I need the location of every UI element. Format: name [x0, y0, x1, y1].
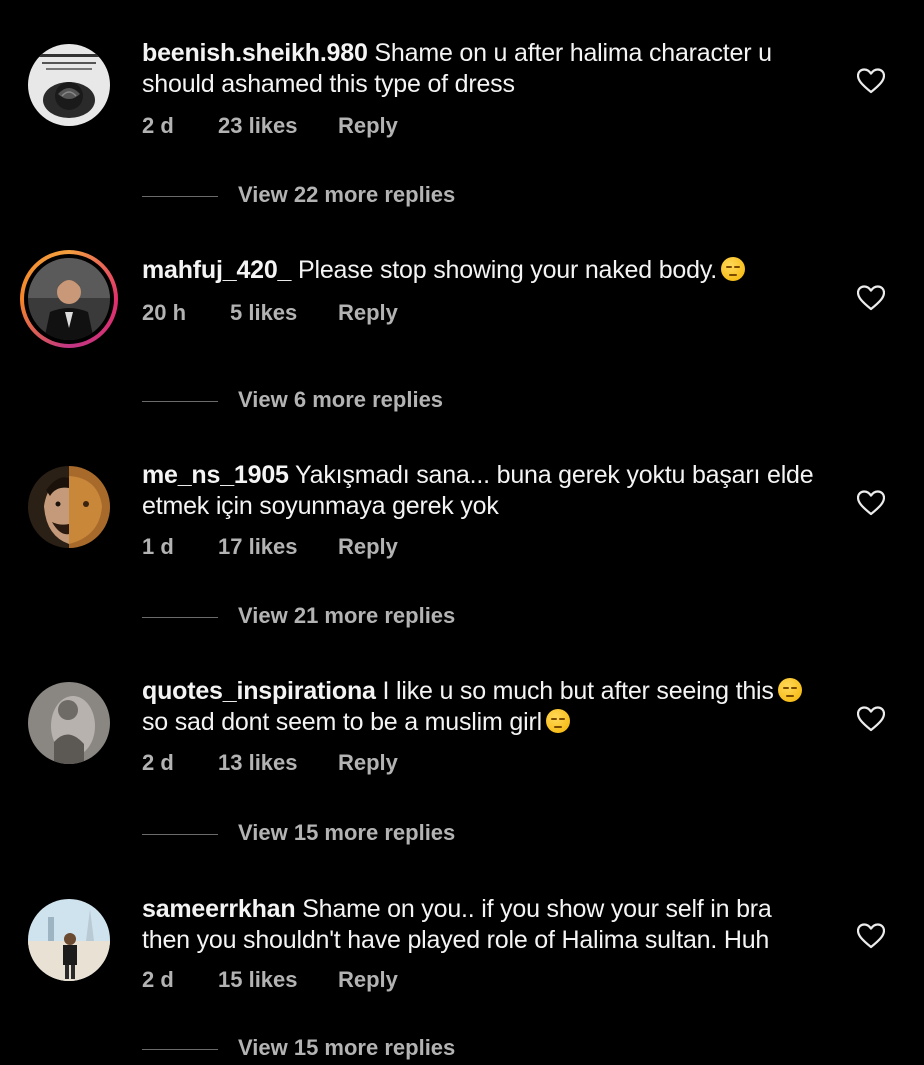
avatar[interactable] — [28, 44, 110, 126]
comment-text: me_ns_1905 Yakışmadı sana... buna gerek … — [142, 460, 822, 522]
heart-outline-icon[interactable] — [857, 490, 885, 516]
story-ring[interactable] — [20, 250, 118, 348]
comment-text: beenish.sheikh.980 Shame on u after hali… — [142, 38, 822, 100]
avatar[interactable] — [28, 899, 110, 981]
comment-body: Please stop showing your naked body. — [291, 256, 718, 284]
comment-text: mahfuj_420_ Please stop showing your nak… — [142, 255, 822, 286]
comment-text: quotes_inspirationa I like u so much but… — [142, 676, 822, 738]
comment-body-continued: so sad dont seem to be a muslim girl — [142, 708, 542, 736]
comment-time: 2 d — [142, 967, 174, 992]
comment-likes[interactable]: 17 likes — [218, 534, 298, 560]
avatar[interactable] — [28, 682, 110, 764]
reply-button[interactable]: Reply — [338, 300, 398, 326]
comment-username[interactable]: mahfuj_420_ — [142, 256, 291, 284]
comment-username[interactable]: me_ns_1905 — [142, 461, 289, 489]
view-replies-button[interactable]: View 22 more replies — [142, 182, 542, 212]
replies-divider — [142, 196, 218, 197]
reply-button[interactable]: Reply — [338, 113, 398, 139]
view-replies-button[interactable]: View 15 more replies — [142, 820, 542, 850]
comment-time: 2 d — [142, 750, 174, 775]
view-replies-label: View 21 more replies — [238, 603, 456, 628]
comment-username[interactable]: quotes_inspirationa — [142, 677, 376, 705]
heart-outline-icon[interactable] — [857, 923, 885, 949]
pensive-face-emoji — [545, 709, 570, 733]
view-replies-button[interactable]: View 6 more replies — [142, 387, 542, 417]
comment-time: 2 d — [142, 113, 174, 138]
pleading-face-emoji — [777, 678, 802, 702]
replies-divider — [142, 834, 218, 835]
heart-outline-icon[interactable] — [857, 68, 885, 94]
view-replies-label: View 22 more replies — [238, 182, 456, 207]
comment-time: 1 d — [142, 534, 174, 559]
comment-likes[interactable]: 5 likes — [230, 300, 297, 326]
view-replies-button[interactable]: View 15 more replies — [142, 1035, 542, 1065]
reply-button[interactable]: Reply — [338, 750, 398, 776]
heart-outline-icon[interactable] — [857, 706, 885, 732]
view-replies-label: View 15 more replies — [238, 820, 456, 845]
replies-divider — [142, 401, 218, 402]
avatar[interactable] — [28, 466, 110, 548]
comment-text: sameerrkhan Shame on you.. if you show y… — [142, 894, 822, 956]
pensive-face-emoji — [721, 257, 746, 281]
view-replies-label: View 6 more replies — [238, 387, 444, 412]
replies-divider — [142, 1049, 218, 1050]
view-replies-label: View 15 more replies — [238, 1035, 456, 1060]
comment-body: I like u so much but after seeing this — [375, 677, 774, 705]
view-replies-button[interactable]: View 21 more replies — [142, 603, 542, 633]
heart-outline-icon[interactable] — [857, 285, 885, 311]
comment-likes[interactable]: 13 likes — [218, 750, 298, 776]
avatar — [28, 258, 110, 340]
comment-username[interactable]: sameerrkhan — [142, 895, 296, 923]
comment-username[interactable]: beenish.sheikh.980 — [142, 39, 368, 67]
comment-likes[interactable]: 23 likes — [218, 113, 298, 139]
comment-likes[interactable]: 15 likes — [218, 967, 298, 993]
replies-divider — [142, 617, 218, 618]
comment-time: 20 h — [142, 300, 187, 325]
reply-button[interactable]: Reply — [338, 967, 398, 993]
reply-button[interactable]: Reply — [338, 534, 398, 560]
